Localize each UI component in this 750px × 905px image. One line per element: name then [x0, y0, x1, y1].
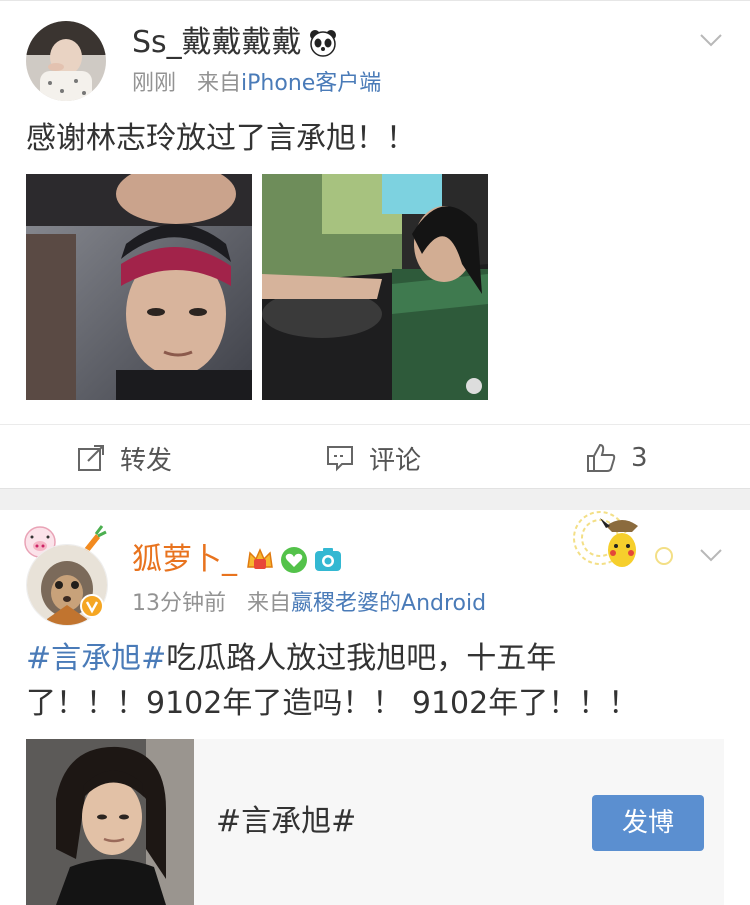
username[interactable]: Ss_戴戴戴戴	[132, 25, 302, 61]
username-row: Ss_戴戴戴戴	[132, 25, 338, 61]
post-text: 感谢林志玲放过了言承旭！！	[26, 121, 416, 156]
hashtag-link[interactable]: #言承旭#	[26, 641, 166, 676]
avatar[interactable]	[26, 21, 106, 101]
source-link[interactable]: 嬴稷老婆的Android	[291, 591, 486, 616]
post-text-line-2: 了！！！9102年了造吗！！ 9102年了！！！	[26, 686, 639, 721]
heart-badge-icon[interactable]	[279, 545, 309, 575]
chevron-down-icon[interactable]	[698, 542, 724, 568]
like-button[interactable]: 3	[585, 425, 648, 491]
crown-badge-icon[interactable]	[245, 545, 275, 575]
repost-label: 转发	[120, 445, 173, 476]
chevron-down-icon[interactable]	[698, 27, 724, 53]
post-text-rest: 吃瓜路人放过我旭吧，十五年	[166, 641, 557, 676]
topic-card[interactable]: #言承旭# 发博	[26, 739, 724, 905]
post-meta: 13分钟前 来自嬴稷老婆的Android	[132, 590, 486, 618]
like-icon	[587, 443, 616, 472]
post-toolbar: 转发 评论 3	[0, 424, 750, 491]
post-time: 刚刚	[132, 71, 177, 96]
source-prefix: 来自	[247, 591, 292, 616]
comment-button[interactable]: 评论	[325, 425, 421, 491]
pikachu-sticker	[570, 510, 680, 580]
camera-badge-icon[interactable]	[313, 545, 343, 575]
username[interactable]: 狐萝卜_	[132, 542, 237, 578]
like-count: 3	[631, 443, 648, 473]
username-row: 狐萝卜_	[132, 542, 343, 578]
post-text-line-1: #言承旭#吃瓜路人放过我旭吧，十五年	[26, 637, 556, 681]
repost-icon	[78, 445, 104, 471]
post-card-1: Ss_戴戴戴戴 刚刚 来自iPhone客户端 感谢林志玲放过了言承旭！！ 转发 …	[0, 0, 750, 489]
comment-icon	[327, 446, 353, 472]
post-photo-1[interactable]	[26, 174, 252, 400]
source-link[interactable]: iPhone客户端	[241, 71, 381, 96]
topic-thumbnail[interactable]	[26, 739, 194, 905]
post-photo-2[interactable]	[262, 174, 488, 400]
comment-label: 评论	[369, 445, 422, 476]
source-prefix: 来自	[197, 71, 242, 96]
post-time: 13分钟前	[132, 591, 226, 616]
post-meta: 刚刚 来自iPhone客户端	[132, 70, 381, 98]
repost-button[interactable]: 转发	[76, 425, 172, 491]
verified-badge-icon	[80, 594, 104, 618]
topic-title: #言承旭#	[216, 804, 357, 839]
feed-separator	[0, 488, 750, 510]
post-card-2: 狐萝卜_ 13分钟前 来自嬴稷老婆的Android #言承旭#吃瓜路人放过我旭吧…	[0, 510, 750, 905]
post-weibo-button[interactable]: 发博	[592, 795, 704, 851]
panda-icon	[308, 28, 338, 58]
